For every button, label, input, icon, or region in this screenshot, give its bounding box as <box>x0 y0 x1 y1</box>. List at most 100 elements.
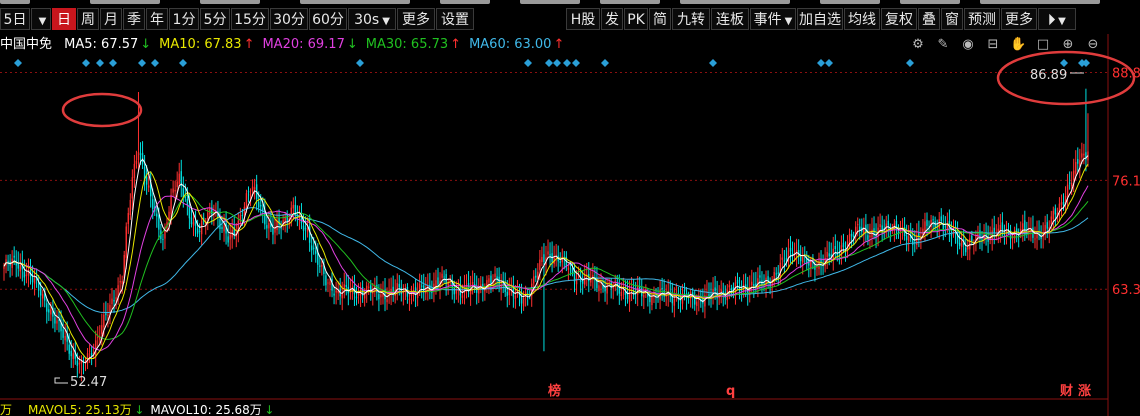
period-tab-11[interactable]: 60分 <box>309 8 347 30</box>
candle-body <box>372 289 374 294</box>
candle-body <box>176 181 178 188</box>
candle-body <box>612 287 614 289</box>
lock-icon[interactable]: ⊟ <box>985 37 1001 53</box>
period-tab-13[interactable]: 更多 <box>397 8 435 30</box>
candle-body <box>431 292 433 294</box>
toolbar-button-9[interactable]: 复权 <box>881 8 917 30</box>
period-tab-3[interactable]: 周 <box>77 8 99 30</box>
candle-body <box>508 289 511 296</box>
mavol-legend-item: MAVOL5: 25.13万 <box>28 403 132 416</box>
candle-body <box>84 361 87 363</box>
candle-body <box>172 188 174 193</box>
cutoff-element <box>980 0 1100 4</box>
candle-body <box>912 240 914 245</box>
candle-body <box>916 234 918 246</box>
candle-body <box>573 269 576 282</box>
candle-body <box>496 276 498 280</box>
candle-body <box>753 284 755 287</box>
pen-icon[interactable]: ✎ <box>935 37 951 53</box>
zoom-out-icon[interactable]: ⊖ <box>1085 37 1101 53</box>
candle-body <box>744 284 747 290</box>
toolbar-button-6[interactable]: 事件 ▼ <box>750 8 796 30</box>
candle-body <box>374 285 376 290</box>
gear-icon[interactable]: ⚙ <box>910 37 926 53</box>
candle-body <box>651 296 653 306</box>
period-tab-8[interactable]: 5分 <box>200 8 230 30</box>
candle-body <box>257 201 260 208</box>
toolbar-button-3[interactable]: 简 <box>649 8 671 30</box>
candle-body <box>394 289 396 297</box>
stock-name[interactable]: 中国中免 <box>0 37 52 52</box>
toolbar-button-4[interactable]: 九转 <box>672 8 710 30</box>
candle-body <box>251 186 254 192</box>
period-tab-2[interactable]: 日 <box>52 8 76 30</box>
hand-icon[interactable]: ✋ <box>1010 37 1026 53</box>
candle-body <box>37 282 40 291</box>
toolbar-button-0[interactable]: H股 <box>566 8 600 30</box>
candle-body <box>264 210 266 225</box>
period-tab-4[interactable]: 月 <box>100 8 122 30</box>
candle-body <box>255 184 258 199</box>
candle-body <box>899 228 902 233</box>
candle-body <box>231 229 233 238</box>
candle-body <box>687 296 690 298</box>
toolbar-button-7[interactable]: 加自选 <box>797 8 843 30</box>
eye-icon[interactable]: ◉ <box>960 37 976 53</box>
candle-body <box>1022 223 1024 232</box>
candle-body <box>592 274 594 279</box>
period-tab-14[interactable]: 设置 <box>436 8 474 30</box>
candle-body <box>170 195 172 215</box>
candle-body <box>333 293 335 296</box>
candle-body <box>842 242 845 248</box>
toolbar-button-5[interactable]: 连板 <box>711 8 749 30</box>
period-tab-9[interactable]: 15分 <box>231 8 269 30</box>
candle-body <box>121 280 123 284</box>
candle-body <box>94 340 97 356</box>
candle-body <box>962 239 965 246</box>
candle-body <box>816 266 818 268</box>
candle-body <box>645 290 647 293</box>
toolbar-button-1[interactable]: 发 <box>601 8 623 30</box>
candle-body <box>571 267 574 273</box>
candle-body <box>278 217 280 225</box>
toolbar-button-label: 更多 <box>1005 12 1033 28</box>
candle-body <box>783 260 786 262</box>
period-tab-0[interactable]: 5日 <box>0 8 30 30</box>
period-tab-7[interactable]: 1分 <box>169 8 199 30</box>
candle-body <box>196 228 199 234</box>
candle-body <box>266 225 268 229</box>
square-icon[interactable]: □ <box>1035 37 1051 53</box>
period-tab-10[interactable]: 30分 <box>270 8 308 30</box>
candle-body <box>722 291 724 295</box>
candle-body <box>315 250 317 254</box>
period-tab-1[interactable]: ▼ <box>31 8 51 30</box>
toolbar-button-13[interactable]: 更多 <box>1001 8 1037 30</box>
candle-body <box>414 287 417 296</box>
candle-body <box>844 249 847 251</box>
zoom-in-icon[interactable]: ⊕ <box>1060 37 1076 53</box>
candle-body <box>781 257 784 260</box>
period-tab-5[interactable]: 季 <box>123 8 145 30</box>
candle-body <box>620 291 623 297</box>
candle-body <box>643 294 645 298</box>
candle-body <box>1044 224 1046 235</box>
toolbar-button-8[interactable]: 均线 <box>844 8 880 30</box>
candle-body <box>347 286 350 294</box>
chevron-down-icon: ▼ <box>38 16 47 27</box>
candle-body <box>854 226 857 238</box>
toolbar-button-11[interactable]: 窗 <box>941 8 963 30</box>
candle-body <box>742 284 745 291</box>
candle-body <box>787 250 790 262</box>
candle-body <box>789 247 792 252</box>
toolbar-button-2[interactable]: PK <box>624 8 648 30</box>
toolbar-button-12[interactable]: 预测 <box>964 8 1000 30</box>
candle-body <box>769 281 771 287</box>
candle-body <box>135 160 138 164</box>
toolbar-button-14[interactable]: ⏵ ▼ <box>1038 8 1076 30</box>
toolbar-button-10[interactable]: 叠 <box>918 8 940 30</box>
candle-body <box>749 287 751 296</box>
candle-body <box>700 299 702 302</box>
toolbar-button-label: 复权 <box>885 12 913 28</box>
period-tab-12[interactable]: 30s ▼ <box>348 8 396 30</box>
period-tab-6[interactable]: 年 <box>146 8 168 30</box>
